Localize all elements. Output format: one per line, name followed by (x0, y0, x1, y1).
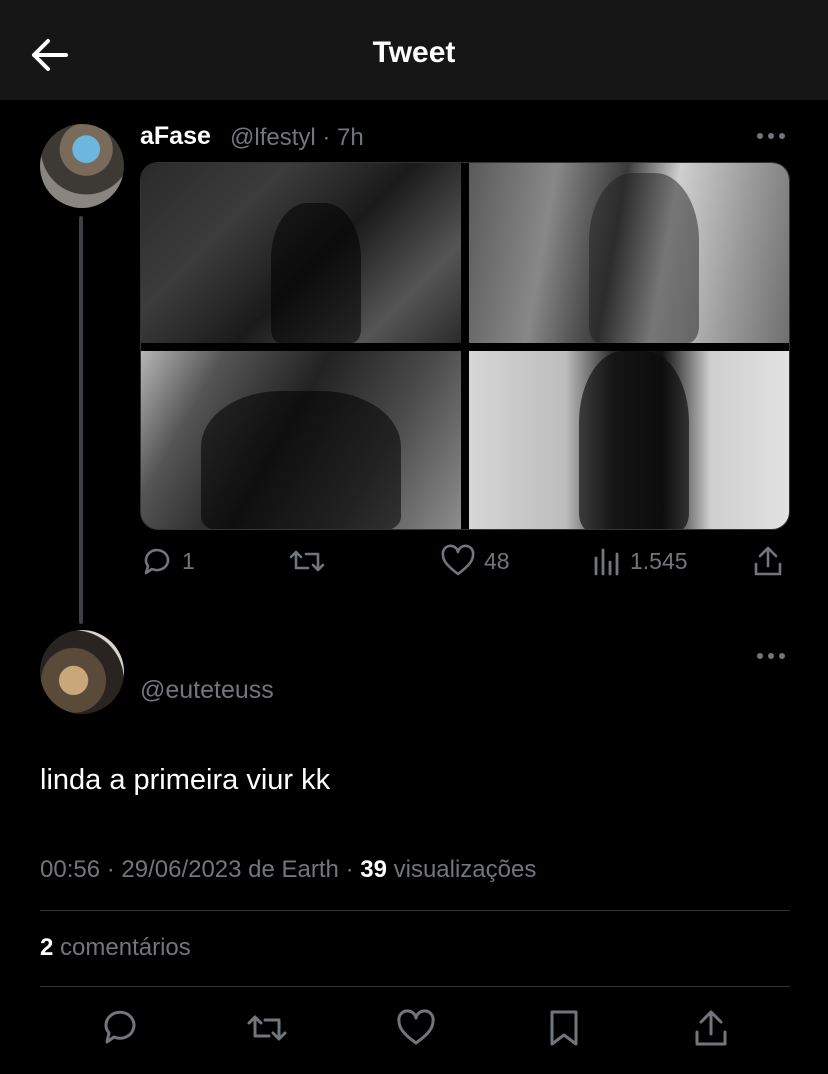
comments-label: comentários (53, 934, 191, 961)
reply-actions (0, 1008, 828, 1052)
reply-button[interactable]: 1 (140, 544, 195, 578)
reply-author-handle[interactable]: @euteteuss (140, 676, 274, 705)
photo-4[interactable] (469, 351, 789, 529)
reply-text: linda a primeira viur kk (40, 764, 331, 796)
photo-3[interactable] (141, 351, 461, 529)
reply-author-avatar[interactable] (40, 630, 124, 714)
more-dots-icon (757, 653, 785, 659)
bookmark-icon (550, 1010, 578, 1046)
author-display-name[interactable]: aFase (140, 122, 211, 151)
share-button[interactable] (752, 544, 784, 578)
photo-2[interactable] (469, 163, 789, 343)
tweet-actions: 1 48 1.545 (140, 544, 790, 584)
more-options-button[interactable] (754, 126, 788, 146)
reply-button[interactable] (100, 1008, 140, 1048)
top-bar: Tweet (0, 0, 828, 100)
tweet-meta: 00:56 · 29/06/2023 de Earth · 39 visuali… (40, 856, 536, 884)
photo-1[interactable] (141, 163, 461, 343)
divider (40, 986, 790, 987)
views-count: 39 (360, 856, 387, 883)
share-icon (695, 1010, 727, 1046)
reply-count: 1 (182, 547, 195, 574)
bar-chart-icon (594, 548, 619, 576)
views-label: visualizações (386, 856, 537, 883)
like-button[interactable] (396, 1008, 436, 1048)
bookmark-button[interactable] (546, 1008, 586, 1048)
author-avatar[interactable] (40, 124, 124, 208)
heart-icon (441, 544, 475, 576)
more-dots-icon (757, 133, 785, 139)
heart-icon (397, 1009, 435, 1045)
view-count: 1.545 (630, 547, 688, 574)
comments-summary[interactable]: 2 comentários (40, 934, 191, 962)
like-button[interactable]: 48 (440, 544, 510, 578)
divider (40, 910, 790, 911)
retweet-button[interactable] (288, 544, 326, 578)
retweet-icon (247, 1015, 287, 1041)
reply-icon (144, 548, 170, 575)
reply-icon (104, 1010, 136, 1044)
retweet-button[interactable] (246, 1008, 287, 1048)
views-button[interactable]: 1.545 (592, 544, 688, 578)
page-title: Tweet (372, 36, 456, 69)
retweet-icon (289, 550, 325, 572)
thread-line (79, 216, 83, 624)
media-grid (140, 162, 790, 530)
author-handle-time: @lfestyl · 7h (230, 124, 364, 151)
timestamp-source: 00:56 · 29/06/2023 de Earth · (40, 856, 361, 883)
share-icon (754, 546, 782, 576)
like-count: 48 (484, 547, 510, 574)
reply-more-options-button[interactable] (754, 646, 788, 666)
share-button[interactable] (692, 1008, 732, 1048)
comments-count: 2 (40, 934, 54, 961)
